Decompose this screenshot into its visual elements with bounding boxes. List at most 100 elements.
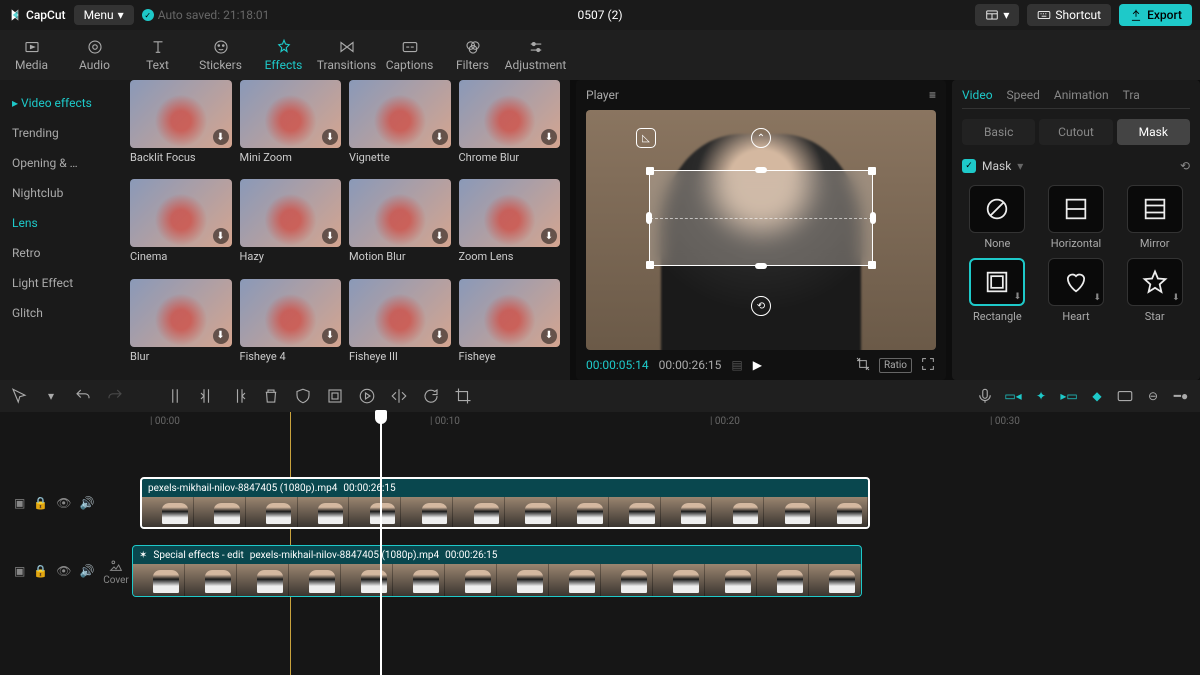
effect-fisheye-iii[interactable]: ⬇Fisheye III bbox=[349, 279, 451, 370]
sidebar-header[interactable]: Video effects bbox=[0, 88, 120, 118]
reverse-tool[interactable] bbox=[358, 387, 376, 405]
effect-backlit-focus[interactable]: ⬇Backlit Focus bbox=[130, 80, 232, 171]
effect-fisheye[interactable]: ⬇Fisheye bbox=[459, 279, 561, 370]
zoom-out[interactable]: ⊖ bbox=[1144, 387, 1162, 405]
download-icon[interactable]: ⬇ bbox=[213, 228, 229, 244]
split-tool[interactable] bbox=[166, 387, 184, 405]
mute-icon[interactable]: 🔊 bbox=[80, 564, 95, 578]
layout-button[interactable]: ▾ bbox=[975, 4, 1019, 26]
download-icon[interactable]: ⬇ bbox=[432, 129, 448, 145]
sidebar-item-opening-[interactable]: Opening & … bbox=[0, 148, 120, 178]
download-icon[interactable]: ⬇ bbox=[541, 228, 557, 244]
redo-button[interactable] bbox=[106, 387, 124, 405]
rtab-animation[interactable]: Animation bbox=[1054, 88, 1109, 102]
tab-audio[interactable]: Audio bbox=[63, 30, 126, 80]
rtab-speed[interactable]: Speed bbox=[1007, 88, 1040, 102]
trim-left-tool[interactable] bbox=[198, 387, 216, 405]
subtab-cutout[interactable]: Cutout bbox=[1039, 119, 1112, 145]
track-2-controls[interactable]: ▣ 🔒 👁 🔊 bbox=[0, 564, 100, 578]
eye-icon[interactable]: 👁 bbox=[56, 496, 71, 510]
trim-right-tool[interactable] bbox=[230, 387, 248, 405]
subtab-mask[interactable]: Mask bbox=[1117, 119, 1190, 145]
sidebar-item-light-effect[interactable]: Light Effect bbox=[0, 268, 120, 298]
download-icon[interactable]: ⬇ bbox=[541, 328, 557, 344]
mirror-tool[interactable] bbox=[390, 387, 408, 405]
download-icon[interactable]: ⬇ bbox=[322, 228, 338, 244]
effect-cinema[interactable]: ⬇Cinema bbox=[130, 179, 232, 270]
eye-icon[interactable]: 👁 bbox=[56, 564, 71, 578]
zoom-slider[interactable]: ━● bbox=[1172, 387, 1190, 405]
select-dropdown[interactable]: ▾ bbox=[42, 387, 60, 405]
sidebar-item-lens[interactable]: Lens bbox=[0, 208, 120, 238]
effect-vignette[interactable]: ⬇Vignette bbox=[349, 80, 451, 171]
effect-chrome-blur[interactable]: ⬇Chrome Blur bbox=[459, 80, 561, 171]
rotate-tool[interactable] bbox=[422, 387, 440, 405]
playhead[interactable] bbox=[380, 412, 382, 675]
download-icon[interactable]: ⬇ bbox=[541, 129, 557, 145]
undo-button[interactable] bbox=[74, 387, 92, 405]
shield-tool[interactable] bbox=[294, 387, 312, 405]
export-button[interactable]: Export bbox=[1119, 4, 1192, 26]
frame-tool[interactable] bbox=[326, 387, 344, 405]
mask-shape-mirror[interactable]: Mirror bbox=[1119, 185, 1190, 250]
effect-fisheye-4[interactable]: ⬇Fisheye 4 bbox=[240, 279, 342, 370]
sidebar-item-glitch[interactable]: Glitch bbox=[0, 298, 120, 328]
delete-tool[interactable] bbox=[262, 387, 280, 405]
mic-icon[interactable] bbox=[976, 387, 994, 405]
tab-effects[interactable]: Effects bbox=[252, 30, 315, 80]
mask-checkbox[interactable]: ✓ bbox=[962, 159, 976, 173]
tab-filters[interactable]: Filters bbox=[441, 30, 504, 80]
mask-corner-icon[interactable]: ◺ bbox=[636, 128, 656, 148]
mask-shape-heart[interactable]: ⬇Heart bbox=[1041, 258, 1112, 323]
mask-shape-star[interactable]: ⬇Star bbox=[1119, 258, 1190, 323]
rtab-video[interactable]: Video bbox=[962, 88, 993, 102]
download-icon[interactable]: ⬇ bbox=[213, 129, 229, 145]
select-tool[interactable] bbox=[10, 387, 28, 405]
sidebar-item-nightclub[interactable]: Nightclub bbox=[0, 178, 120, 208]
effect-mini-zoom[interactable]: ⬇Mini Zoom bbox=[240, 80, 342, 171]
tab-transitions[interactable]: Transitions bbox=[315, 30, 378, 80]
tab-adjustment[interactable]: Adjustment bbox=[504, 30, 567, 80]
track-tool-2[interactable]: ▸▭ bbox=[1060, 387, 1078, 405]
tab-text[interactable]: Text bbox=[126, 30, 189, 80]
player-menu-icon[interactable]: ≡ bbox=[929, 88, 936, 102]
lock-icon[interactable]: 🔒 bbox=[33, 496, 48, 510]
download-icon[interactable]: ⬇ bbox=[432, 228, 448, 244]
cover-button[interactable]: Cover bbox=[100, 557, 132, 586]
crop-icon[interactable] bbox=[855, 356, 871, 375]
effect-motion-blur[interactable]: ⬇Motion Blur bbox=[349, 179, 451, 270]
crop-tool[interactable] bbox=[454, 387, 472, 405]
timeline[interactable]: | 00:00| 00:10| 00:20| 00:30 ▣ 🔒 👁 🔊 pex… bbox=[0, 412, 1200, 675]
list-icon[interactable]: ▤ bbox=[731, 358, 742, 372]
subtab-basic[interactable]: Basic bbox=[962, 119, 1035, 145]
mask-rectangle[interactable] bbox=[649, 170, 873, 266]
tab-stickers[interactable]: Stickers bbox=[189, 30, 252, 80]
collapse-icon[interactable]: ▣ bbox=[14, 496, 25, 510]
tab-media[interactable]: Media bbox=[0, 30, 63, 80]
track-tool-3[interactable]: ◆ bbox=[1088, 387, 1106, 405]
download-icon[interactable]: ⬇ bbox=[322, 129, 338, 145]
mask-shape-rectangle[interactable]: ⬇Rectangle bbox=[962, 258, 1033, 323]
play-button[interactable]: ▶ bbox=[753, 358, 762, 372]
menu-button[interactable]: Menu ▾ bbox=[74, 5, 134, 25]
mask-move-up-icon[interactable]: ⌃ bbox=[751, 128, 771, 148]
mask-shape-horizontal[interactable]: Horizontal bbox=[1041, 185, 1112, 250]
mask-shape-none[interactable]: None bbox=[962, 185, 1033, 250]
sidebar-item-trending[interactable]: Trending bbox=[0, 118, 120, 148]
lock-icon[interactable]: 🔒 bbox=[33, 564, 48, 578]
effect-hazy[interactable]: ⬇Hazy bbox=[240, 179, 342, 270]
track-tool-1[interactable]: ✦ bbox=[1032, 387, 1050, 405]
download-icon[interactable]: ⬇ bbox=[213, 328, 229, 344]
mask-rotate-icon[interactable]: ⟲ bbox=[751, 296, 771, 316]
track-1-controls[interactable]: ▣ 🔒 👁 🔊 bbox=[0, 496, 100, 510]
preview-tool[interactable] bbox=[1116, 387, 1134, 405]
sidebar-item-retro[interactable]: Retro bbox=[0, 238, 120, 268]
fullscreen-icon[interactable] bbox=[920, 356, 936, 375]
ratio-button[interactable]: Ratio bbox=[879, 358, 912, 373]
shortcut-button[interactable]: Shortcut bbox=[1027, 4, 1111, 26]
rtab-tra[interactable]: Tra bbox=[1123, 88, 1140, 102]
effect-zoom-lens[interactable]: ⬇Zoom Lens bbox=[459, 179, 561, 270]
collapse-icon[interactable]: ▣ bbox=[14, 564, 25, 578]
reset-icon[interactable]: ⟲ bbox=[1180, 159, 1190, 173]
mute-icon[interactable]: 🔊 bbox=[80, 496, 95, 510]
